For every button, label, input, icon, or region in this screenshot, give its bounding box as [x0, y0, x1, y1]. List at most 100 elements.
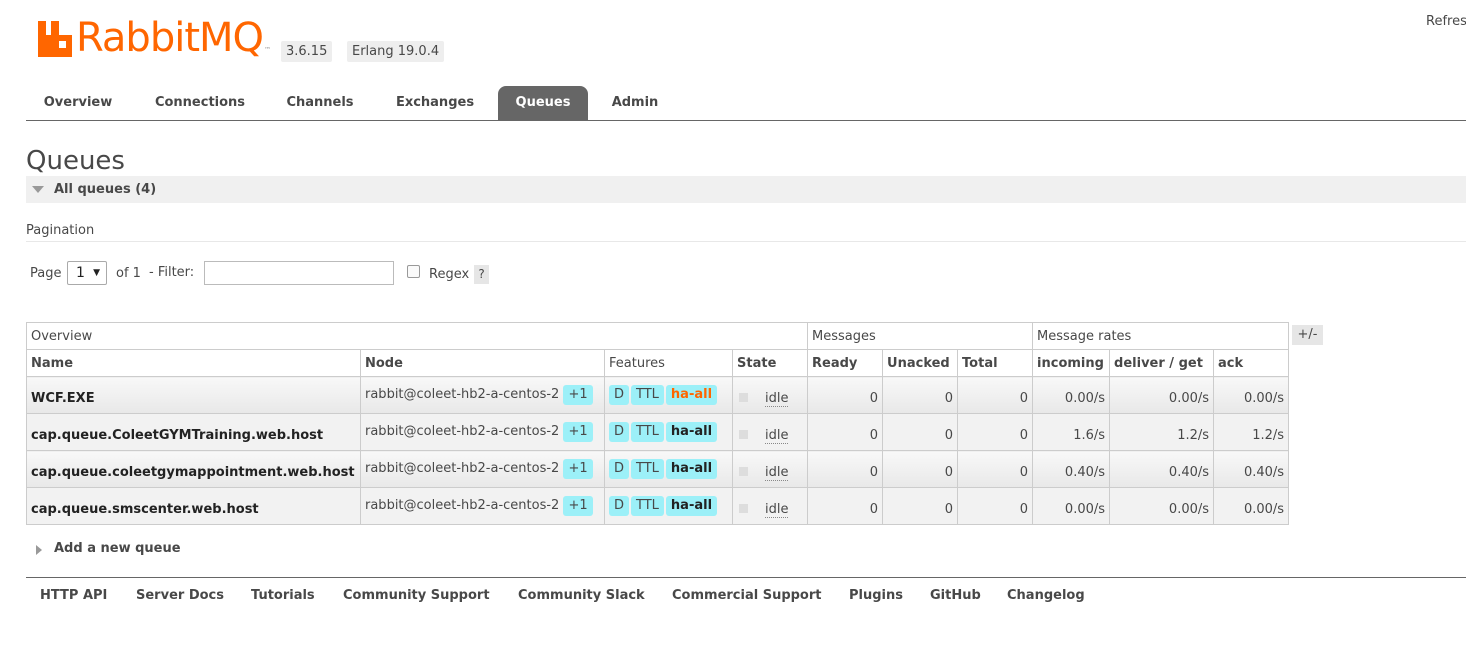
idle-state-icon — [739, 503, 748, 513]
footer-link-changelog[interactable]: Changelog — [1007, 588, 1085, 603]
tab-queues[interactable]: Queues — [498, 86, 588, 120]
table-row[interactable]: cap.queue.ColeetGYMTraining.web.host rab… — [26, 413, 1290, 451]
collapse-triangle-icon — [32, 186, 44, 193]
idle-state-icon — [739, 429, 748, 439]
column-header-node[interactable]: Node — [360, 349, 605, 377]
all-queues-section-toggle[interactable]: All queues (4) — [26, 176, 1466, 203]
total-count: 0 — [957, 413, 1034, 451]
page-select[interactable]: 1 ▼ — [67, 261, 107, 285]
state-text: idle — [765, 390, 789, 407]
ack-rate: 0.40/s — [1213, 450, 1290, 488]
node-name: rabbit@coleet-hb2-a-centos-2 — [365, 387, 560, 402]
idle-state-icon — [739, 392, 748, 402]
footer-link-http-api[interactable]: HTTP API — [40, 588, 107, 603]
idle-state-icon — [739, 466, 748, 476]
group-header-overview: Overview — [25, 322, 809, 350]
feature-ttl-badge: TTL — [631, 422, 664, 442]
total-count: 0 — [957, 376, 1034, 414]
refresh-label[interactable]: Refres — [1426, 14, 1466, 29]
footer-link-tutorials[interactable]: Tutorials — [251, 588, 315, 603]
footer-divider — [26, 577, 1466, 578]
page-select-value: 1 — [76, 265, 85, 281]
node-cell: rabbit@coleet-hb2-a-centos-2 +1 — [360, 450, 605, 488]
table-row[interactable]: cap.queue.smscenter.web.host rabbit@cole… — [26, 487, 1290, 525]
unacked-count: 0 — [882, 487, 959, 525]
column-header-state[interactable]: State — [731, 349, 809, 377]
erlang-version-badge: Erlang 19.0.4 — [347, 41, 445, 62]
queue-name-link[interactable]: WCF.EXE — [26, 376, 361, 414]
dropdown-arrow-icon: ▼ — [93, 268, 100, 278]
column-header-deliver-get[interactable]: deliver / get — [1109, 349, 1215, 377]
page-of-label: of 1 — [116, 266, 141, 281]
features-cell: D TTL ha-all — [604, 487, 733, 525]
deliver-get-rate: 0.40/s — [1109, 450, 1215, 488]
state-text: idle — [765, 464, 789, 481]
deliver-get-rate: 0.00/s — [1109, 376, 1215, 414]
policy-link[interactable]: ha-all — [665, 422, 718, 442]
queue-name-link[interactable]: cap.queue.coleetgymappointment.web.host — [26, 450, 361, 488]
feature-durable-badge: D — [609, 385, 630, 405]
incoming-rate: 0.40/s — [1032, 450, 1111, 488]
column-header-ack[interactable]: ack — [1213, 349, 1290, 377]
mirror-badge: +1 — [563, 422, 593, 442]
unacked-count: 0 — [882, 450, 959, 488]
unacked-count: 0 — [882, 413, 959, 451]
total-count: 0 — [957, 450, 1034, 488]
rabbitmq-logo[interactable]: RabbitMQ ™ — [38, 16, 271, 60]
tab-overview[interactable]: Overview — [30, 86, 126, 120]
column-header-unacked[interactable]: Unacked — [882, 349, 959, 377]
column-header-name[interactable]: Name — [26, 349, 361, 377]
queue-name-link[interactable]: cap.queue.ColeetGYMTraining.web.host — [26, 413, 361, 451]
features-cell: D TTL ha-all — [604, 376, 733, 414]
column-header-features: Features — [604, 349, 733, 377]
policy-link[interactable]: ha-all — [665, 496, 718, 516]
expand-triangle-icon — [36, 545, 42, 555]
version-badge: 3.6.15 — [281, 41, 333, 62]
feature-durable-badge: D — [609, 422, 630, 442]
tab-admin[interactable]: Admin — [598, 86, 672, 120]
table-row[interactable]: cap.queue.coleetgymappointment.web.host … — [26, 450, 1290, 488]
ack-rate: 0.00/s — [1213, 487, 1290, 525]
footer-link-github[interactable]: GitHub — [930, 588, 981, 603]
filter-input[interactable] — [204, 261, 394, 285]
policy-link[interactable]: ha-all — [665, 385, 718, 405]
feature-durable-badge: D — [609, 459, 630, 479]
footer-link-community-support[interactable]: Community Support — [343, 588, 490, 603]
footer-link-plugins[interactable]: Plugins — [849, 588, 903, 603]
state-cell: idle — [731, 450, 809, 488]
features-cell: D TTL ha-all — [604, 450, 733, 488]
state-text: idle — [765, 427, 789, 444]
regex-label: Regex — [429, 267, 470, 282]
state-cell: idle — [731, 376, 809, 414]
footer-link-server-docs[interactable]: Server Docs — [136, 588, 224, 603]
total-count: 0 — [957, 487, 1034, 525]
column-header-total[interactable]: Total — [957, 349, 1034, 377]
add-queue-section-toggle[interactable]: Add a new queue — [26, 541, 226, 561]
logo-text: RabbitMQ — [76, 15, 264, 61]
column-header-incoming[interactable]: incoming — [1032, 349, 1111, 377]
ready-count: 0 — [807, 487, 884, 525]
regex-checkbox[interactable] — [407, 265, 420, 278]
incoming-rate: 0.00/s — [1032, 487, 1111, 525]
deliver-get-rate: 1.2/s — [1109, 413, 1215, 451]
tab-exchanges[interactable]: Exchanges — [382, 86, 488, 120]
table-row[interactable]: WCF.EXE rabbit@coleet-hb2-a-centos-2 +1 … — [26, 376, 1290, 414]
tab-channels[interactable]: Channels — [274, 86, 366, 120]
column-toggle-button[interactable]: +/- — [1292, 325, 1323, 345]
footer-link-community-slack[interactable]: Community Slack — [518, 588, 645, 603]
regex-help-button[interactable]: ? — [474, 265, 489, 284]
feature-durable-badge: D — [609, 496, 630, 516]
ready-count: 0 — [807, 450, 884, 488]
ack-rate: 1.2/s — [1213, 413, 1290, 451]
state-text: idle — [765, 501, 789, 518]
mirror-badge: +1 — [563, 496, 593, 516]
queue-name-link[interactable]: cap.queue.smscenter.web.host — [26, 487, 361, 525]
column-header-ready[interactable]: Ready — [807, 349, 884, 377]
unacked-count: 0 — [882, 376, 959, 414]
mirror-badge: +1 — [563, 459, 593, 479]
tab-connections[interactable]: Connections — [142, 86, 258, 120]
ack-rate: 0.00/s — [1213, 376, 1290, 414]
mirror-badge: +1 — [563, 385, 593, 405]
policy-link[interactable]: ha-all — [665, 459, 718, 479]
footer-link-commercial-support[interactable]: Commercial Support — [672, 588, 822, 603]
